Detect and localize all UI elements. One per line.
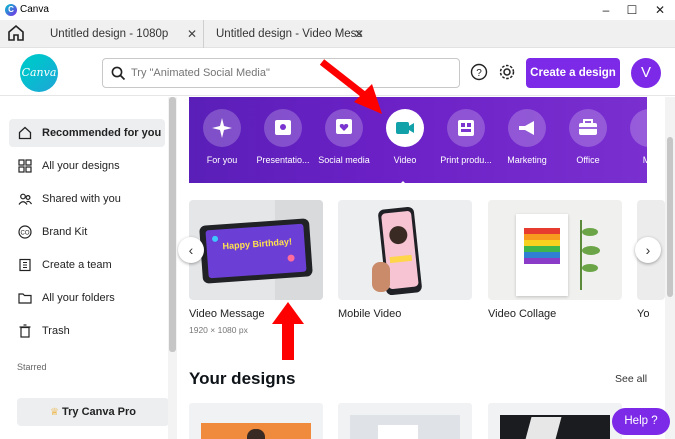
category-office[interactable]: Office (557, 109, 619, 169)
video-camera-icon (396, 122, 414, 134)
category-print-products[interactable]: Print produ... (435, 109, 497, 169)
template-title[interactable]: Video Message (189, 308, 265, 320)
folder-icon (18, 293, 32, 304)
sparkle-icon (212, 118, 232, 138)
tab-label: Untitled design - 1080p (50, 28, 169, 40)
window-title: Canva (20, 4, 49, 15)
template-video-message[interactable]: Happy Birthday! (189, 200, 323, 300)
category-social-media[interactable]: Social media (313, 109, 375, 169)
crown-icon: ♕ (49, 407, 59, 418)
template-title[interactable]: Yo (637, 308, 649, 320)
search-box[interactable] (102, 58, 460, 88)
briefcase-icon (579, 119, 597, 135)
search-icon (111, 66, 126, 81)
category-more[interactable]: Mo (618, 109, 647, 169)
category-marketing[interactable]: Marketing (496, 109, 558, 169)
search-input[interactable] (131, 63, 451, 83)
try-canva-pro-button[interactable]: ♕ Try Canva Pro (17, 398, 169, 426)
chevron-right-icon: › (645, 242, 651, 258)
selected-category-indicator (397, 181, 409, 187)
sidebar-item-all-designs[interactable]: All your designs (9, 152, 165, 180)
annotation-arrow-up (272, 302, 304, 360)
carousel-prev-button[interactable]: ‹ (178, 237, 204, 263)
category-presentations[interactable]: Presentatio... (252, 109, 314, 169)
design-card[interactable] (488, 403, 622, 439)
print-icon (458, 120, 474, 136)
svg-text:?: ? (476, 68, 482, 79)
design-card[interactable] (189, 403, 323, 439)
close-tab-icon[interactable]: ✕ (187, 20, 197, 48)
people-icon (18, 193, 32, 205)
starred-heading: Starred (17, 362, 47, 372)
category-video[interactable]: Video (374, 109, 436, 169)
close-window-button[interactable]: ✕ (647, 2, 673, 18)
avatar[interactable]: V (631, 58, 661, 88)
tablet-image: Happy Birthday! (199, 218, 313, 284)
sidebar-item-brand-kit[interactable]: CO Brand Kit (9, 218, 165, 246)
tab-bar: Untitled design - 1080p ✕ Untitled desig… (0, 20, 675, 48)
help-button[interactable]: Help ? (612, 408, 670, 435)
canva-logo[interactable]: Canva (20, 54, 58, 92)
template-mobile-video[interactable] (338, 200, 472, 300)
help-circle-icon[interactable]: ? (470, 63, 488, 81)
collage-image (516, 214, 568, 296)
presentation-icon (275, 120, 291, 135)
canva-app-icon: C (5, 4, 17, 16)
category-banner: For you Presentatio... Social media Vide… (189, 97, 647, 183)
home-icon[interactable] (6, 23, 30, 47)
sidebar-item-shared[interactable]: Shared with you (9, 185, 165, 213)
template-dimensions: 1920 × 1080 px (189, 325, 248, 335)
minimize-button[interactable]: – (593, 2, 619, 18)
template-video-collage[interactable] (488, 200, 622, 300)
sidebar-item-folders[interactable]: All your folders (9, 284, 165, 312)
design-card[interactable] (338, 403, 472, 439)
sidebar-item-create-team[interactable]: Create a team (9, 251, 165, 279)
main-scrollbar[interactable] (665, 97, 675, 439)
brand-kit-icon: CO (18, 225, 32, 239)
your-designs-heading: Your designs (189, 369, 296, 388)
home-icon (18, 126, 32, 140)
more-icon (630, 109, 647, 147)
plant-image (580, 220, 604, 290)
sidebar-scrollbar[interactable] (168, 97, 177, 439)
svg-text:CO: CO (21, 231, 30, 237)
template-title[interactable]: Video Collage (488, 308, 556, 320)
annotation-arrow-down-right (319, 59, 382, 114)
sidebar-item-trash[interactable]: Trash (9, 317, 165, 345)
chevron-left-icon: ‹ (188, 242, 194, 258)
sidebar: Recommended for you All your designs Sha… (0, 97, 177, 439)
main-content: For you Presentatio... Social media Vide… (177, 97, 675, 439)
close-tab-icon[interactable]: ✕ (354, 20, 364, 48)
template-title[interactable]: Mobile Video (338, 308, 401, 320)
maximize-button[interactable]: ☐ (619, 2, 645, 18)
window-title-bar: C Canva – ☐ ✕ (0, 0, 675, 20)
tab-untitled-1080p[interactable]: Untitled design - 1080p ✕ (38, 20, 204, 48)
gear-icon[interactable] (498, 63, 516, 81)
create-design-button[interactable]: Create a design (526, 58, 620, 88)
see-all-link[interactable]: See all (615, 373, 647, 385)
tab-label: Untitled design - Video Mess (216, 28, 363, 40)
building-icon (19, 258, 31, 272)
sidebar-item-recommended[interactable]: Recommended for you (9, 119, 165, 147)
megaphone-icon (519, 121, 534, 135)
carousel-next-button[interactable]: › (635, 237, 661, 263)
grid-icon (18, 159, 32, 173)
trash-icon (19, 324, 31, 338)
category-for-you[interactable]: For you (191, 109, 253, 169)
tab-untitled-video-message[interactable]: Untitled design - Video Mess ✕ (204, 20, 370, 48)
